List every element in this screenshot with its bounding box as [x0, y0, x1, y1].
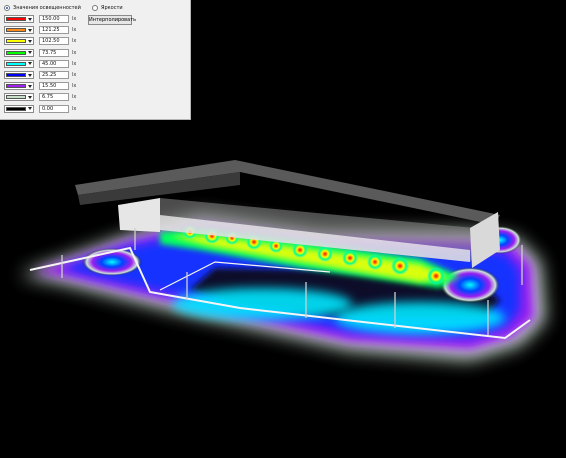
color-swatch — [6, 17, 26, 21]
chevron-down-icon — [28, 28, 32, 32]
color-picker-button[interactable] — [4, 37, 34, 46]
chevron-down-icon — [28, 51, 32, 55]
color-picker-button[interactable] — [4, 26, 34, 35]
chevron-down-icon — [28, 95, 32, 99]
unit-label: lx — [72, 105, 77, 112]
threshold-value-input[interactable]: 6.75 — [39, 93, 69, 102]
mode-luminance[interactable]: Яркости — [92, 5, 123, 11]
legend-row: 45.00 lx — [4, 59, 76, 69]
color-swatch — [6, 39, 26, 44]
radio-icon[interactable] — [92, 5, 98, 11]
threshold-value-input[interactable]: 121.25 — [39, 26, 69, 35]
color-picker-button[interactable] — [4, 93, 34, 102]
mode-illuminance-label: Значения освещенностей — [13, 5, 81, 11]
color-swatch — [6, 73, 26, 77]
color-picker-button[interactable] — [4, 59, 34, 68]
threshold-value-input[interactable]: 15.50 — [39, 82, 69, 91]
unit-label: lx — [72, 49, 77, 56]
unit-label: lx — [72, 83, 77, 90]
unit-label: lx — [72, 38, 77, 45]
threshold-value-input[interactable]: 0.00 — [39, 104, 69, 113]
legend-panel: Значения освещенностей Яркости Интерполи… — [0, 0, 191, 120]
mode-luminance-label: Яркости — [101, 5, 123, 11]
legend-row: 6.75 lx — [4, 92, 76, 102]
legend-row: 73.75 lx — [4, 48, 76, 58]
legend-row: 25.25 lx — [4, 70, 76, 80]
chevron-down-icon — [28, 39, 32, 43]
threshold-value-input[interactable]: 150.00 — [39, 15, 69, 23]
color-picker-button[interactable] — [4, 15, 34, 23]
unit-label: lx — [72, 60, 77, 67]
chevron-down-icon — [28, 62, 32, 66]
legend-row: 121.25 lx — [4, 25, 76, 35]
color-swatch — [6, 106, 26, 111]
radio-icon[interactable] — [4, 5, 10, 11]
legend-row: 150.00 lx — [4, 14, 76, 24]
threshold-value-input[interactable]: 102.50 — [39, 37, 69, 46]
chevron-down-icon — [28, 107, 32, 111]
color-swatch — [6, 95, 26, 100]
interpolate-button[interactable]: Интерполировать — [88, 15, 136, 25]
threshold-value-input[interactable]: 45.00 — [39, 59, 69, 68]
color-swatch — [6, 28, 26, 33]
color-picker-button[interactable] — [4, 48, 34, 57]
mode-illuminance[interactable]: Значения освещенностей — [4, 5, 81, 11]
color-picker-button[interactable] — [4, 82, 34, 91]
legend-row: 15.50 lx — [4, 81, 76, 91]
color-picker-button[interactable] — [4, 71, 34, 79]
color-swatch — [6, 84, 26, 89]
unit-label: lx — [72, 72, 77, 78]
chevron-down-icon — [28, 17, 32, 21]
color-picker-button[interactable] — [4, 104, 34, 113]
threshold-value-input[interactable]: 73.75 — [39, 48, 69, 57]
color-swatch — [6, 61, 26, 66]
legend-row: 102.50 lx — [4, 36, 76, 46]
unit-label: lx — [72, 94, 77, 101]
color-swatch — [6, 50, 26, 55]
chevron-down-icon — [28, 73, 32, 77]
unit-label: lx — [72, 16, 77, 22]
threshold-value-input[interactable]: 25.25 — [39, 71, 69, 79]
chevron-down-icon — [28, 84, 32, 88]
unit-label: lx — [72, 27, 77, 34]
legend-row: 0.00 lx — [4, 104, 76, 114]
